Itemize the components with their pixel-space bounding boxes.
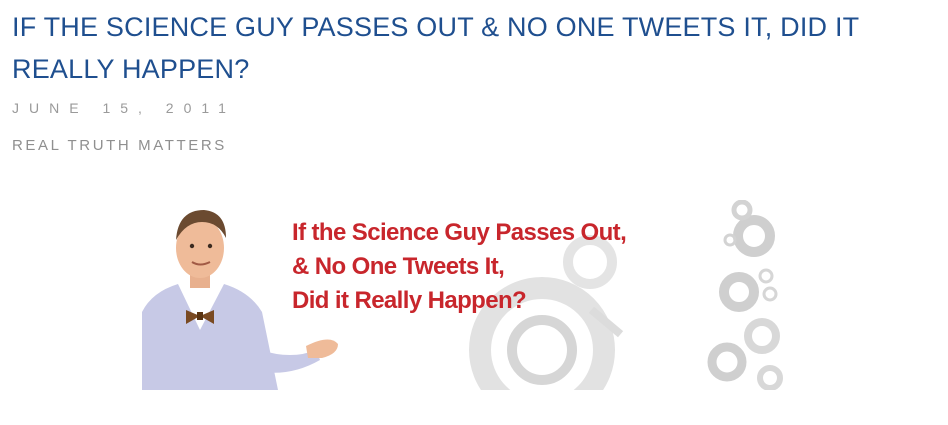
category-link[interactable]: REAL TRUTH MATTERS — [12, 137, 227, 154]
post-date: JUNE 15, 2011 — [12, 100, 236, 116]
post-category: REAL TRUTH MATTERS — [12, 137, 227, 154]
post-title: IF THE SCIENCE GUY PASSES OUT & NO ONE T… — [12, 6, 932, 90]
banner-graphic: If the Science Guy Passes Out, & No One … — [142, 200, 783, 390]
post-banner-image: If the Science Guy Passes Out, & No One … — [142, 200, 790, 390]
banner-text-line-1: If the Science Guy Passes Out, — [292, 219, 626, 246]
banner-text-line-3: Did it Really Happen? — [292, 287, 526, 314]
post-title-link[interactable]: IF THE SCIENCE GUY PASSES OUT & NO ONE T… — [12, 12, 859, 84]
banner-text-line-2: & No One Tweets It, — [292, 253, 504, 280]
blog-post: IF THE SCIENCE GUY PASSES OUT & NO ONE T… — [0, 0, 948, 425]
